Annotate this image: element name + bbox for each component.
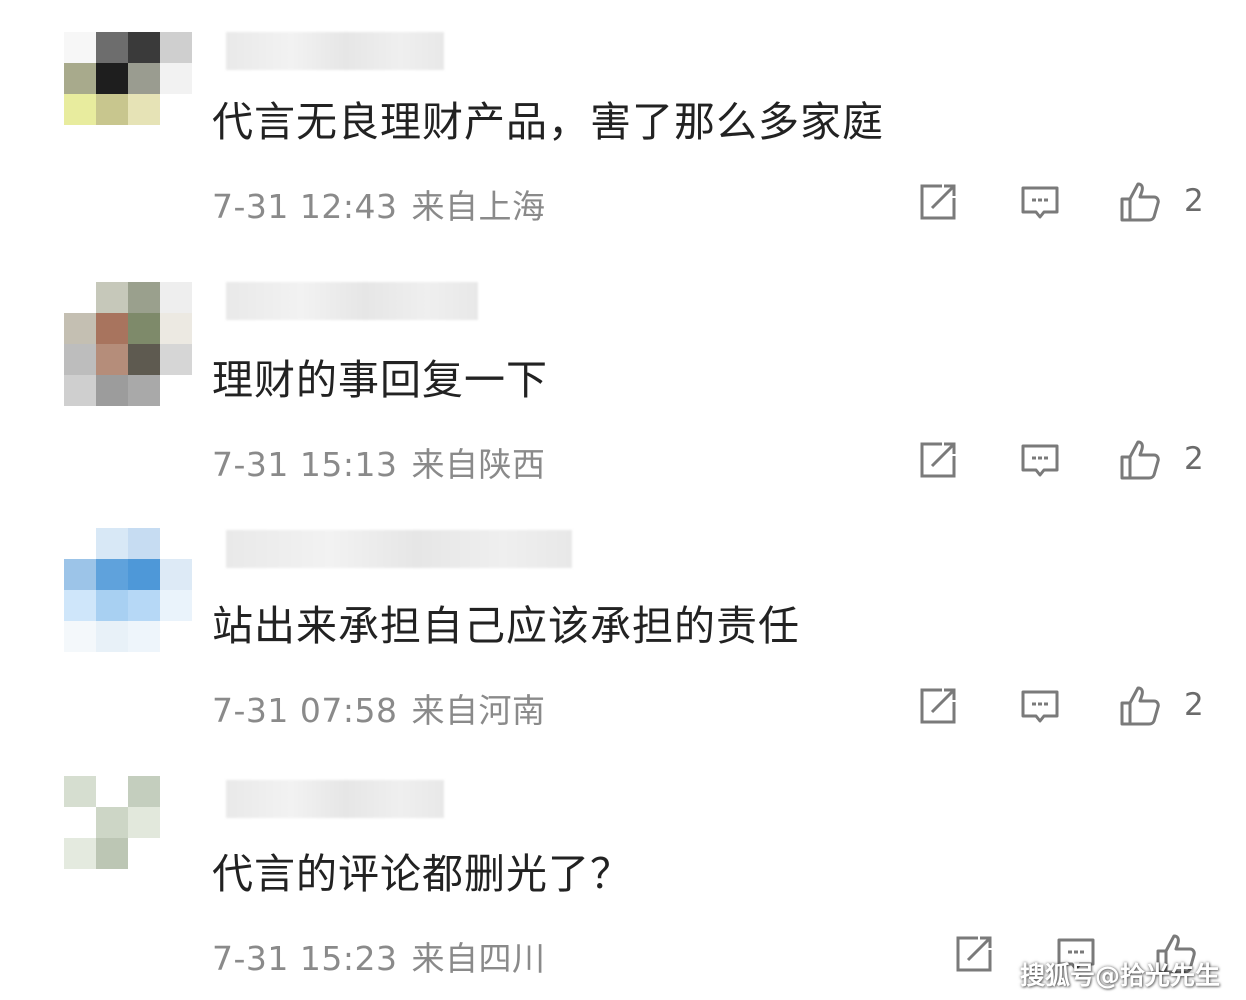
comment-icon [1018,438,1062,482]
comment-date: 7-31 12:43 [212,187,398,226]
comment-text: 站出来承担自己应该承担的责任 [212,602,800,650]
avatar[interactable] [64,282,192,406]
repost-button[interactable] [916,180,960,224]
repost-button[interactable] [916,684,960,728]
comment-location: 来自河南 [411,691,546,730]
avatar[interactable] [64,776,192,900]
comment-location: 来自四川 [411,939,546,978]
comment-meta: 7-31 15:23 来自四川 [212,932,546,980]
comment-meta: 7-31 12:43 来自上海 [212,180,546,228]
comment-icon [1018,684,1062,728]
comment-text: 代言无良理财产品，害了那么多家庭 [212,98,884,146]
reply-button[interactable] [1018,438,1062,482]
comment-date: 7-31 15:13 [212,445,398,484]
comment-meta: 7-31 15:13 来自陕西 [212,438,546,486]
comment-meta: 7-31 07:58 来自河南 [212,684,546,732]
repost-button[interactable] [952,932,996,976]
username-blurred[interactable] [226,780,444,818]
share-edit-icon [952,932,996,976]
avatar[interactable] [64,528,192,652]
like-button[interactable] [1118,684,1162,728]
like-button[interactable] [1118,180,1162,224]
comment-text: 代言的评论都删光了？ [212,850,632,898]
thumbs-up-icon [1118,180,1162,224]
reply-button[interactable] [1018,684,1062,728]
thumbs-up-icon [1118,684,1162,728]
username-blurred[interactable] [226,32,444,70]
share-edit-icon [916,684,960,728]
repost-button[interactable] [916,438,960,482]
avatar[interactable] [64,32,192,156]
comment-location: 来自陕西 [411,445,546,484]
like-count: 2 [1184,183,1204,219]
like-count: 2 [1184,687,1204,723]
like-count: 2 [1184,441,1204,477]
comment-location: 来自上海 [411,187,546,226]
share-edit-icon [916,438,960,482]
like-button[interactable] [1118,438,1162,482]
comment-date: 7-31 07:58 [212,691,398,730]
watermark: 搜狐号@拾光先生 [1020,961,1221,990]
comment-icon [1018,180,1062,224]
reply-button[interactable] [1018,180,1062,224]
comment-date: 7-31 15:23 [212,939,398,978]
comment-text: 理财的事回复一下 [212,356,548,404]
username-blurred[interactable] [226,282,478,320]
username-blurred[interactable] [226,530,572,568]
share-edit-icon [916,180,960,224]
thumbs-up-icon [1118,438,1162,482]
